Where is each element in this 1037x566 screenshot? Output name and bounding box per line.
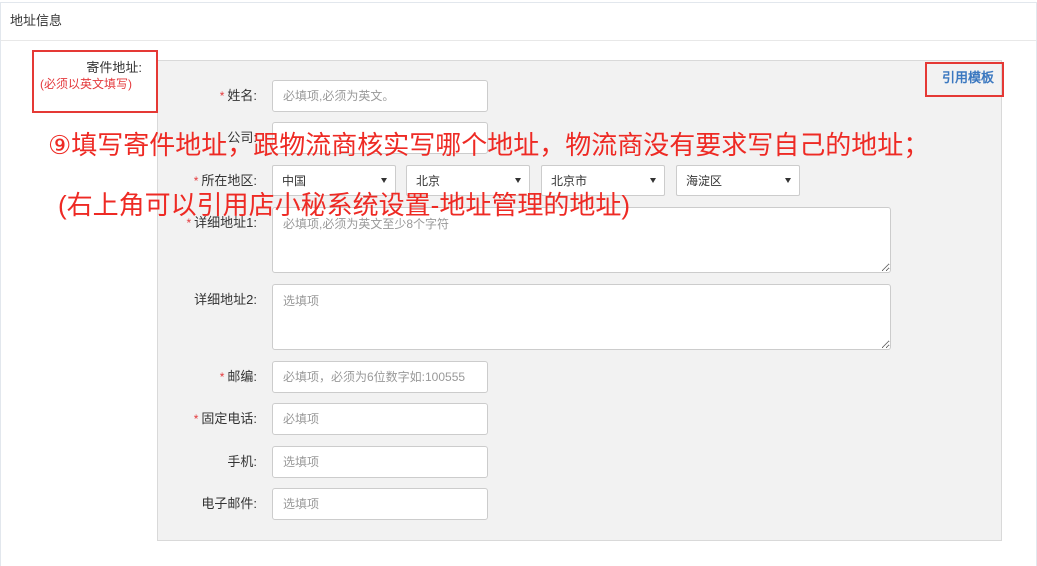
company-label: 公司: — [158, 122, 257, 154]
mobile-label-text: 手机: — [227, 454, 257, 469]
city-select-wrapper: 北京市 — [541, 165, 665, 196]
address2-label-text: 详细地址2: — [194, 292, 257, 307]
mobile-input[interactable] — [272, 446, 488, 478]
section-title: 地址信息 — [10, 13, 63, 28]
country-select-wrapper: 中国 — [272, 165, 396, 196]
province-select-wrapper: 北京 — [406, 165, 530, 196]
required-mark: * — [186, 216, 192, 230]
email-label-text: 电子邮件: — [201, 496, 257, 511]
use-template-link[interactable]: 引用模板 — [942, 69, 994, 87]
phone-label: * 固定电话: — [158, 403, 257, 435]
region-label-text: 所在地区: — [201, 173, 257, 188]
postcode-label: * 邮编: — [158, 361, 257, 393]
english-only-note: (必须以英文填写) — [40, 77, 132, 91]
district-select[interactable]: 海淀区 — [676, 165, 800, 196]
province-select[interactable]: 北京 — [406, 165, 530, 196]
phone-label-text: 固定电话: — [201, 411, 257, 426]
address2-textarea[interactable] — [272, 284, 891, 350]
required-mark: * — [219, 89, 225, 103]
email-label: 电子邮件: — [158, 488, 257, 520]
name-label-text: 姓名: — [227, 88, 257, 103]
country-select[interactable]: 中国 — [272, 165, 396, 196]
address1-textarea[interactable] — [272, 207, 891, 273]
required-mark: * — [193, 174, 199, 188]
postcode-label-text: 邮编: — [227, 369, 257, 384]
section-header: 地址信息 — [1, 3, 1036, 41]
name-label: * 姓名: — [158, 80, 257, 112]
required-mark: * — [193, 412, 199, 426]
address2-label: 详细地址2: — [158, 292, 257, 308]
city-select[interactable]: 北京市 — [541, 165, 665, 196]
email-input[interactable] — [272, 488, 488, 520]
region-label: * 所在地区: — [158, 165, 257, 196]
address1-label: * 详细地址1: — [158, 215, 257, 231]
company-input[interactable] — [272, 122, 488, 154]
sender-address-form: 引用模板 *姓名: 公司: *所在地区: 中国 北京 北京市 海淀区 — [157, 60, 1002, 541]
mobile-label: 手机: — [158, 446, 257, 478]
name-input[interactable] — [272, 80, 488, 112]
sender-address-label: 寄件地址: — [86, 60, 142, 75]
required-mark: * — [219, 370, 225, 384]
district-select-wrapper: 海淀区 — [676, 165, 800, 196]
company-label-text: 公司: — [227, 130, 257, 145]
postcode-input[interactable] — [272, 361, 488, 393]
phone-input[interactable] — [272, 403, 488, 435]
address1-label-text: 详细地址1: — [194, 215, 257, 230]
